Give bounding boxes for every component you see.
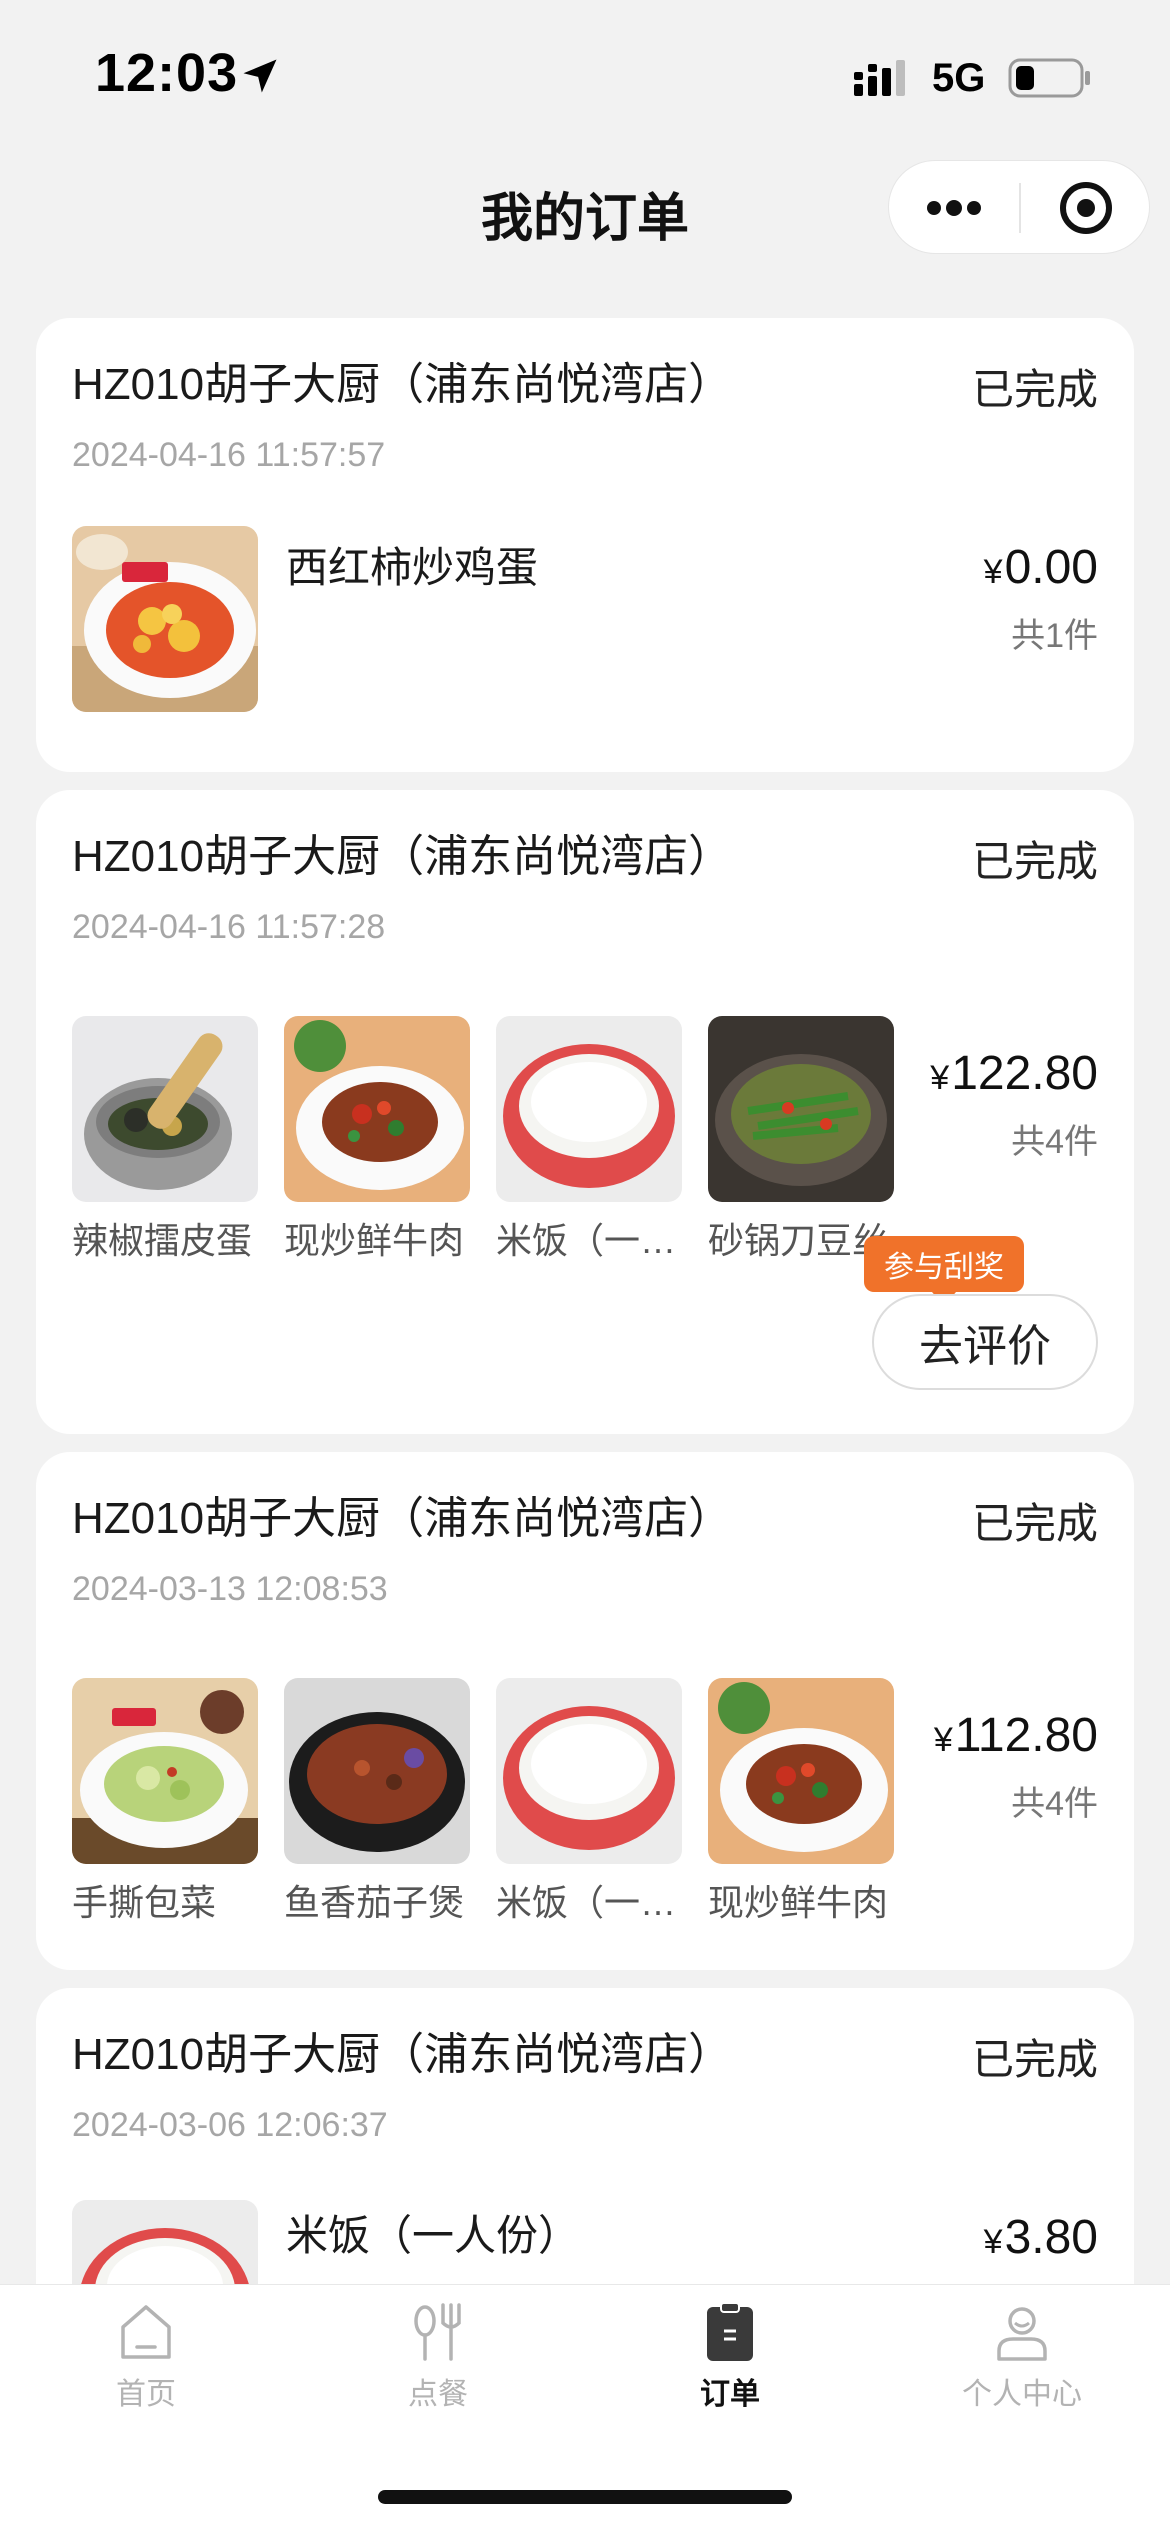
dish-image-rice <box>496 1016 682 1202</box>
currency-symbol: ¥ <box>983 2223 1003 2261</box>
item-count: 共4件 <box>1011 1123 1098 1161</box>
cutlery-icon <box>414 2303 461 2361</box>
order-time: 2024-04-16 11:57:28 <box>72 908 386 946</box>
lottery-tag: 参与刮奖 <box>864 1236 1024 1306</box>
tab-label: 点餐 <box>408 2378 468 2411</box>
order-price: ¥112.80 <box>934 1708 1098 1763</box>
tab-label: 订单 <box>700 2378 760 2411</box>
order-card[interactable]: HZ010胡子大厨（浦东尚悦湾店） 已完成 2024-04-16 11:57:2… <box>36 790 1134 1434</box>
dish-caption: 现炒鲜牛肉 <box>708 1882 889 1923</box>
order-card[interactable]: HZ010胡子大厨（浦东尚悦湾店） 已完成 2024-04-16 11:57:5… <box>36 318 1134 772</box>
dish-caption: 砂锅刀豆丝 <box>708 1220 889 1261</box>
order-time: 2024-03-13 12:08:53 <box>72 1570 388 1608</box>
order-list[interactable]: HZ010胡子大厨（浦东尚悦湾店） 已完成 2024-04-16 11:57:5… <box>0 0 1170 2284</box>
item-count: 共4件 <box>1011 1785 1098 1823</box>
price-value: 122.80 <box>951 1047 1098 1100</box>
order-status: 已完成 <box>971 838 1098 885</box>
dish-image-rice <box>72 2200 258 2284</box>
order-status: 已完成 <box>971 1500 1098 1547</box>
dish-image-cabbage <box>72 1678 258 1864</box>
dish-image-rice <box>496 1678 682 1864</box>
store-name: HZ010胡子大厨（浦东尚悦湾店） <box>72 2030 733 2079</box>
tab-label: 个人中心 <box>962 2378 1082 2411</box>
dish-caption: 现炒鲜牛肉 <box>284 1220 465 1261</box>
order-price: ¥122.80 <box>930 1046 1098 1101</box>
order-price: ¥0.00 <box>984 540 1098 595</box>
order-time: 2024-04-16 11:57:57 <box>72 436 386 474</box>
dish-image-beef <box>284 1016 470 1202</box>
tab-order-food[interactable]: 点餐 <box>292 2301 584 2421</box>
store-name: HZ010胡子大厨（浦东尚悦湾店） <box>72 832 733 881</box>
price-value: 3.80 <box>1004 2211 1098 2264</box>
currency-symbol: ¥ <box>983 553 1003 591</box>
price-value: 0.00 <box>1004 541 1098 594</box>
dish-name: 米饭（一人份） <box>286 2212 581 2259</box>
order-price: ¥3.80 <box>984 2210 1098 2265</box>
dish-caption: 米饭（一人份） <box>496 1882 686 1923</box>
tab-profile[interactable]: 个人中心 <box>876 2301 1168 2421</box>
currency-symbol: ¥ <box>930 1059 950 1097</box>
dish-caption: 手撕包菜 <box>72 1882 217 1923</box>
dish-caption: 米饭（一人份） <box>496 1220 686 1261</box>
order-clipboard-icon <box>707 2302 753 2361</box>
price-value: 112.80 <box>954 1709 1098 1762</box>
dish-image-clay-pot-beans <box>708 1016 894 1202</box>
order-status: 已完成 <box>971 366 1098 413</box>
order-time: 2024-03-06 12:06:37 <box>72 2106 388 2144</box>
dish-image-eggplant-pot <box>284 1678 470 1864</box>
order-status: 已完成 <box>971 2036 1098 2083</box>
review-button[interactable]: 去评价 <box>872 1294 1098 1390</box>
item-count: 共1件 <box>1011 617 1098 655</box>
dish-image-tomato-egg <box>72 526 258 712</box>
order-card[interactable]: HZ010胡子大厨（浦东尚悦湾店） 已完成 2024-03-13 12:08:5… <box>36 1452 1134 1970</box>
store-name: HZ010胡子大厨（浦东尚悦湾店） <box>72 1494 733 1543</box>
home-icon <box>121 2305 171 2359</box>
store-name: HZ010胡子大厨（浦东尚悦湾店） <box>72 360 733 409</box>
dish-caption: 鱼香茄子煲 <box>284 1882 465 1923</box>
dish-image-beef <box>708 1678 894 1864</box>
home-indicator[interactable] <box>378 2490 792 2504</box>
currency-symbol: ¥ <box>933 1721 953 1759</box>
order-card[interactable]: HZ010胡子大厨（浦东尚悦湾店） 已完成 2024-03-06 12:06:3… <box>36 1988 1134 2284</box>
user-profile-icon <box>997 2307 1047 2361</box>
dish-name: 西红柿炒鸡蛋 <box>286 544 539 591</box>
dish-image-pepper-egg <box>72 1016 258 1202</box>
tab-home[interactable]: 首页 <box>0 2301 292 2421</box>
dish-caption: 辣椒擂皮蛋 <box>72 1220 253 1261</box>
tab-label: 首页 <box>116 2378 176 2411</box>
tab-orders[interactable]: 订单 <box>584 2301 876 2421</box>
